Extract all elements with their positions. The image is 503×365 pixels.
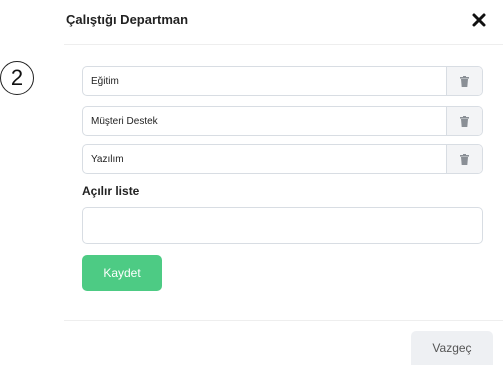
department-item: Yazılım: [82, 144, 483, 174]
dropdown-list-input[interactable]: [82, 207, 483, 244]
trash-icon: [460, 115, 469, 127]
step-number-marker: 2: [0, 61, 34, 95]
dropdown-list-label: Açılır liste: [82, 184, 140, 198]
cancel-button[interactable]: Vazgeç: [411, 331, 493, 365]
delete-department-button[interactable]: [446, 67, 482, 95]
department-item-label[interactable]: Eğitim: [83, 67, 446, 95]
department-item-label[interactable]: Yazılım: [83, 145, 446, 173]
save-button[interactable]: Kaydet: [82, 255, 162, 291]
trash-icon: [460, 75, 469, 87]
footer-divider: [64, 320, 503, 321]
close-button[interactable]: [470, 11, 488, 29]
modal-title: Çalıştığı Departman: [66, 12, 189, 27]
modal-header: Çalıştığı Departman: [64, 0, 503, 45]
trash-icon: [460, 153, 469, 165]
department-item: Eğitim: [82, 66, 483, 96]
department-item-label[interactable]: Müşteri Destek: [83, 107, 446, 135]
delete-department-button[interactable]: [446, 145, 482, 173]
delete-department-button[interactable]: [446, 107, 482, 135]
page: 2 Çalıştığı Departman Eğitim Müşteri Des…: [0, 0, 503, 365]
close-icon: [472, 13, 486, 27]
department-item: Müşteri Destek: [82, 106, 483, 136]
